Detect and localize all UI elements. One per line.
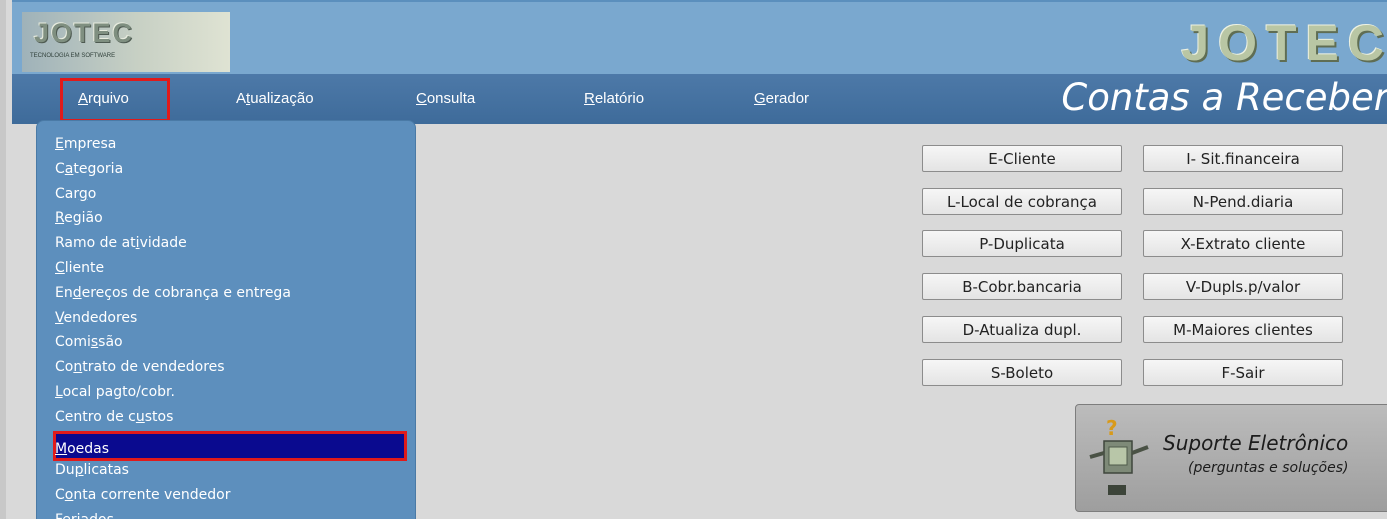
menu-bar: Arquivo Atualização Consulta Relatório G… [12,74,1387,124]
menu-arquivo[interactable]: Arquivo [78,90,129,107]
menu-item-endere-os-de-cobran-a-e-entrega[interactable]: Endereços de cobrança e entrega [55,285,291,302]
jotec-logo: JOTEC TECNOLOGIA EM SOFTWARE [22,12,230,72]
menu-arquivo-accel: A [78,90,89,107]
button-x-extrato-cliente[interactable]: X-Extrato cliente [1143,230,1343,257]
logo-tagline: TECNOLOGIA EM SOFTWARE [30,53,116,59]
menu-item-accelerator: C [55,260,65,276]
menu-item-rest: stos [144,408,174,425]
menu-item-rest: nta corrente vendedor [73,487,231,504]
menu-item-accelerator: g [78,185,88,202]
menu-item-moedas[interactable]: Moedas [55,441,109,458]
menu-item-accelerator: p [74,462,84,479]
menu-item-rest: trato de vendedores [82,359,225,376]
button-n-pend-diaria[interactable]: N-Pend.diaria [1143,188,1343,215]
menu-item-accelerator: E [55,136,64,152]
menu-item-prefix: Du [55,462,75,479]
menu-atualizacao-prefix: A [236,90,247,107]
arquivo-dropdown-menu: Empresa Categoria Cargo Região Ramo de ativi… [36,120,416,519]
support-title: Suporte Eletrônico [1163,431,1349,455]
menu-item-cliente[interactable]: Cliente [55,260,104,277]
header: JOTEC TECNOLOGIA EM SOFTWARE JOTEC [12,0,1387,74]
menu-item-regi-o[interactable]: Região [55,210,103,227]
menu-gerador-accel: G [754,90,766,107]
menu-item-rest: egião [64,210,103,227]
button-v-dupls-p-valor[interactable]: V-Dupls.p/valor [1143,273,1343,300]
menu-item-rest: liente [64,260,105,276]
menu-item-prefix: C [55,160,65,177]
menu-item-rest: tegoria [73,160,124,177]
menu-item-rest: mpresa [63,136,117,152]
menu-item-rest: ereços de cobrança e entrega [81,284,291,301]
logo-text: JOTEC [34,18,135,48]
menu-item-categoria[interactable]: Categoria [55,161,123,178]
menu-relatorio-accel: R [584,90,595,107]
brand-logo: JOTEC [1181,15,1387,71]
menu-item-vendedores[interactable]: Vendedores [55,310,137,327]
menu-item-rest: oedas [67,441,110,457]
menu-item-conta-corrente-vendedor[interactable]: Conta corrente vendedor [55,487,231,504]
menu-item-accelerator: R [55,210,65,227]
menu-item-rest: vidade [139,235,187,252]
menu-item-accelerator: M [55,441,68,457]
app-window: JOTEC TECNOLOGIA EM SOFTWARE JOTEC Arqui… [0,0,1387,519]
button-i-sit-financeira[interactable]: I- Sit.financeira [1143,145,1343,172]
menu-item-prefix: Comi [55,334,91,351]
menu-item-feriados[interactable]: Feriados [55,512,114,519]
menu-item-comiss-o[interactable]: Comissão [55,334,123,351]
button-l-local-cobranca[interactable]: L-Local de cobrança [922,188,1122,215]
menu-item-accelerator: V [55,309,64,326]
menu-item-contrato-de-vendedores[interactable]: Contrato de vendedores [55,359,225,376]
menu-item-rest: eriados [62,512,114,519]
menu-item-prefix: Co [55,359,74,376]
menu-item-duplicatas[interactable]: Duplicatas [55,462,129,479]
help-robot-icon: ? [1089,416,1149,495]
menu-consulta-accel: C [416,90,427,107]
menu-item-ramo-de-atividade[interactable]: Ramo de atividade [55,235,187,252]
menu-item-rest: ocal pagto/cobr. [62,384,175,400]
menu-item-rest: licatas [83,462,129,479]
menu-consulta-rest: onsulta [426,90,476,107]
menu-item-rest: o [87,185,97,202]
menu-item-centro-de-custos[interactable]: Centro de custos [55,409,173,426]
button-f-sair[interactable]: F-Sair [1143,359,1343,386]
menu-item-prefix: Car [55,185,79,202]
button-d-atualiza-dupl[interactable]: D-Atualiza dupl. [922,316,1122,343]
menu-arquivo-rest: rquivo [88,90,129,107]
menu-atualizacao[interactable]: Atualização [236,90,314,107]
menu-atualizacao-rest: ualização [250,90,314,107]
button-m-maiores-clientes[interactable]: M-Maiores clientes [1143,316,1343,343]
menu-gerador-rest: erador [765,90,810,107]
menu-item-accelerator: u [135,408,145,425]
page-title: Contas a Receber [1061,76,1387,119]
menu-item-rest: são [98,334,123,351]
menu-item-empresa[interactable]: Empresa [55,136,116,153]
menu-item-prefix: En [55,284,73,301]
menu-item-accelerator: L [55,384,63,400]
menu-consulta[interactable]: Consulta [416,90,475,107]
menu-relatorio[interactable]: Relatório [584,90,644,107]
menu-item-local-pagto-cobr[interactable]: Local pagto/cobr. [55,384,175,401]
menu-relatorio-rest: elatório [594,90,645,107]
menu-item-prefix: C [55,487,65,504]
menu-item-rest: endedores [63,309,138,326]
support-subtitle: (perguntas e soluções) [1188,460,1349,476]
button-b-cobr-bancaria[interactable]: B-Cobr.bancaria [922,273,1122,300]
svg-text:?: ? [1106,416,1118,440]
button-s-boleto[interactable]: S-Boleto [922,359,1122,386]
support-button[interactable]: ? Suporte Eletrônico (perguntas e soluçõ… [1075,404,1387,512]
menu-item-prefix: Ramo de at [55,235,136,252]
menu-item-prefix: Centro de c [55,408,136,425]
menu-item-cargo[interactable]: Cargo [55,186,96,203]
button-e-cliente[interactable]: E-Cliente [922,145,1122,172]
button-p-duplicata[interactable]: P-Duplicata [922,230,1122,257]
menu-item-accelerator: d [72,284,82,301]
menu-item-accelerator: n [73,359,83,376]
menu-gerador[interactable]: Gerador [754,90,809,107]
